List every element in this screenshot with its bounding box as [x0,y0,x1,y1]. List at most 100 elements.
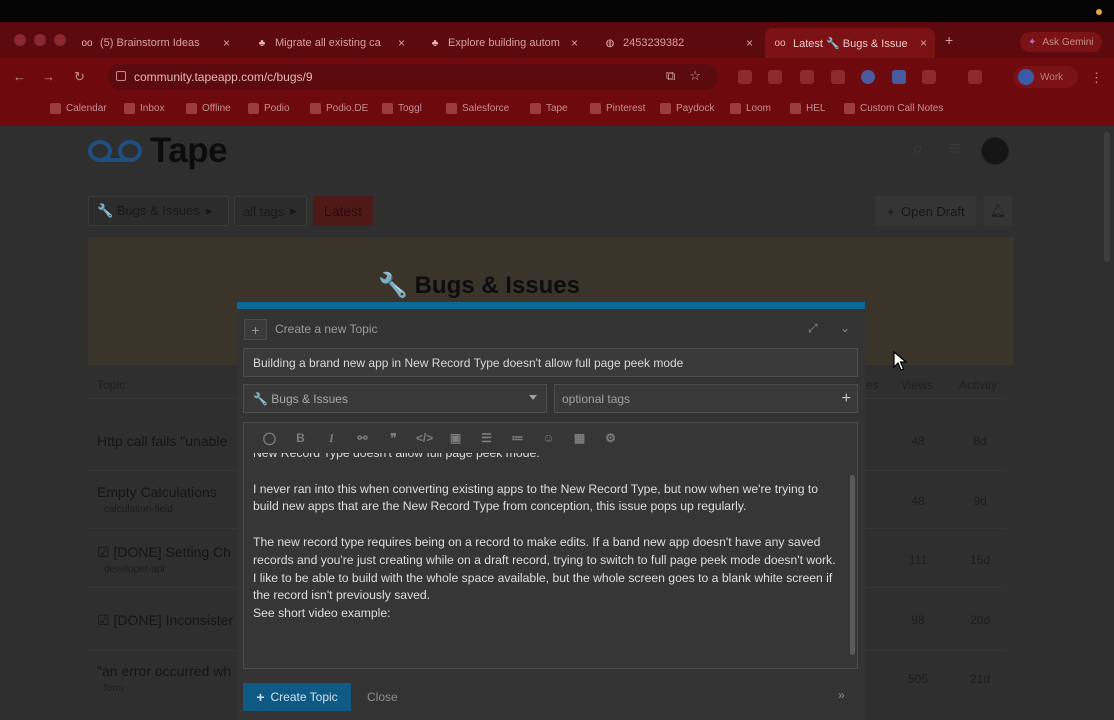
minimize-window-icon[interactable] [34,34,46,46]
topic-title[interactable]: Http call fails "unable [97,433,227,449]
hamburger-menu-icon[interactable]: ≡ [949,138,961,161]
replies-column-header[interactable]: es [866,378,879,392]
bookmark[interactable]: HEL [790,103,825,114]
expand-fullscreen-icon[interactable]: ⤢ [808,321,818,336]
quote-reply-icon[interactable]: ◯ [254,431,285,445]
bookmark[interactable]: Toggl [382,103,422,114]
page-scrollbar[interactable] [1102,126,1112,720]
topic-column-header[interactable]: Topic [97,378,125,392]
close-tab-icon[interactable]: × [571,36,578,50]
browser-tab[interactable]: oo (5) Brainstorm Ideas × [72,28,238,58]
topic-tag[interactable]: calculation-field [104,504,173,515]
new-tab-icon[interactable]: + [945,32,953,48]
bullet-list-icon[interactable]: ☰ [471,431,502,445]
bold-icon[interactable]: B [285,431,316,445]
bookmark[interactable]: Pinterest [590,103,645,114]
extension-icon[interactable] [892,70,906,84]
profile-button[interactable]: Work [1014,66,1078,88]
topic-activity[interactable]: 9d [960,494,1000,508]
close-tab-icon[interactable]: × [398,36,405,50]
latest-tab[interactable]: Latest [313,196,373,226]
bookmark-star-icon[interactable]: ☆ [689,68,701,84]
site-info-icon[interactable] [116,71,126,81]
link-icon[interactable]: ⚯ [347,431,378,445]
create-topic-button[interactable]: + Create Topic [243,683,351,711]
topic-activity[interactable]: 15d [960,553,1000,567]
calendar-icon[interactable]: ▦ [564,431,595,445]
tags-input[interactable]: optional tags + [554,384,858,413]
side-panel-icon[interactable] [968,70,982,84]
back-icon[interactable]: ← [13,69,26,84]
blockquote-icon[interactable]: ❞ [378,431,409,445]
extension-icon[interactable] [861,70,875,84]
gemini-button[interactable]: ✦ Ask Gemini [1020,32,1102,52]
close-tab-icon[interactable]: × [920,36,927,50]
address-bar[interactable]: community.tapeapp.com/c/bugs/9 [108,64,718,90]
user-avatar[interactable] [981,137,1009,165]
toggle-preview-icon[interactable]: » [838,688,845,702]
extension-icon[interactable] [800,70,814,84]
image-upload-icon[interactable]: ▣ [440,431,471,445]
topic-title[interactable]: "an error occurred wh [97,663,231,679]
notification-bell-icon[interactable]: 🔔︎ [984,196,1012,226]
category-dropdown[interactable]: 🔧 Bugs & Issues ▶ [88,196,229,226]
activity-column-header[interactable]: Activity [959,378,997,392]
extension-icon[interactable] [768,70,782,84]
browser-tab[interactable]: ♣ Migrate all existing ca × [247,28,413,58]
share-icon[interactable]: ⧉ [666,68,675,84]
body-textarea[interactable]: New Record Type doesn't allow full page … [244,453,849,661]
topic-tag[interactable]: developer-api [104,564,165,575]
bookmark[interactable]: Loom [730,103,771,114]
close-window-icon[interactable] [14,34,26,46]
settings-gear-icon[interactable]: ⚙ [595,431,626,445]
bookmark[interactable]: Offline [186,103,231,114]
italic-icon[interactable]: I [316,431,347,446]
browser-tab-active[interactable]: oo Latest 🔧 Bugs & Issue × [765,28,935,58]
category-select[interactable]: 🔧 Bugs & Issues [243,384,547,413]
topic-title[interactable]: Empty Calculations [97,484,217,500]
topic-tag[interactable]: form [104,683,124,694]
emoji-icon[interactable]: ☺ [533,431,564,445]
bookmark[interactable]: Paydock [660,103,714,114]
editor-scrollbar[interactable] [850,475,855,655]
search-icon[interactable]: ⌕ [912,138,923,161]
topic-title[interactable]: ☑ [DONE] Inconsister [97,612,233,629]
composer-action-label[interactable]: Create a new Topic [275,322,378,336]
topic-activity[interactable]: 20d [960,613,1000,627]
site-logo[interactable]: Tape [88,131,228,171]
plus-icon[interactable]: + [244,319,267,340]
numbered-list-icon[interactable]: ≔ [502,431,533,445]
browser-tab[interactable]: ◍ 2453239382 × [595,28,761,58]
chevron-down-icon[interactable]: ⌄ [840,321,850,335]
extensions-puzzle-icon[interactable] [922,70,936,84]
extension-icon[interactable] [738,70,752,84]
reload-icon[interactable]: ↻ [74,69,85,85]
code-icon[interactable]: </> [409,431,440,445]
scrollbar-thumb[interactable] [1104,132,1110,262]
bookmark[interactable]: Inbox [124,103,164,114]
topic-title-input[interactable]: Building a brand new app in New Record T… [243,348,858,377]
logo-text: Tape [150,131,228,170]
address-bar-actions: ⧉ ☆ [666,68,701,84]
maximize-window-icon[interactable] [54,34,66,46]
topic-activity[interactable]: 8d [960,434,1000,448]
close-tab-icon[interactable]: × [223,36,230,50]
forward-icon[interactable]: → [42,69,55,84]
open-draft-button[interactable]: + Open Draft [875,196,977,226]
tags-dropdown[interactable]: all tags ▶ [234,196,307,226]
bookmark[interactable]: Calendar [50,103,107,114]
close-tab-icon[interactable]: × [746,36,753,50]
bookmark[interactable]: Salesforce [446,103,509,114]
views-column-header[interactable]: Views [901,378,933,392]
browser-menu-icon[interactable]: ⋮ [1090,70,1103,86]
bookmark[interactable]: Podio [248,103,290,114]
topic-title[interactable]: ☑ [DONE] Setting Ch [97,544,231,561]
extension-icon[interactable] [831,70,845,84]
browser-tab[interactable]: ♣ Explore building autom × [420,28,586,58]
add-tag-icon[interactable]: + [842,390,851,408]
bookmark[interactable]: Podio.DE [310,103,368,114]
close-composer-link[interactable]: Close [367,690,398,704]
topic-activity[interactable]: 21d [960,672,1000,686]
bookmark[interactable]: Custom Call Notes [844,103,943,114]
bookmark[interactable]: Tape [530,103,568,114]
